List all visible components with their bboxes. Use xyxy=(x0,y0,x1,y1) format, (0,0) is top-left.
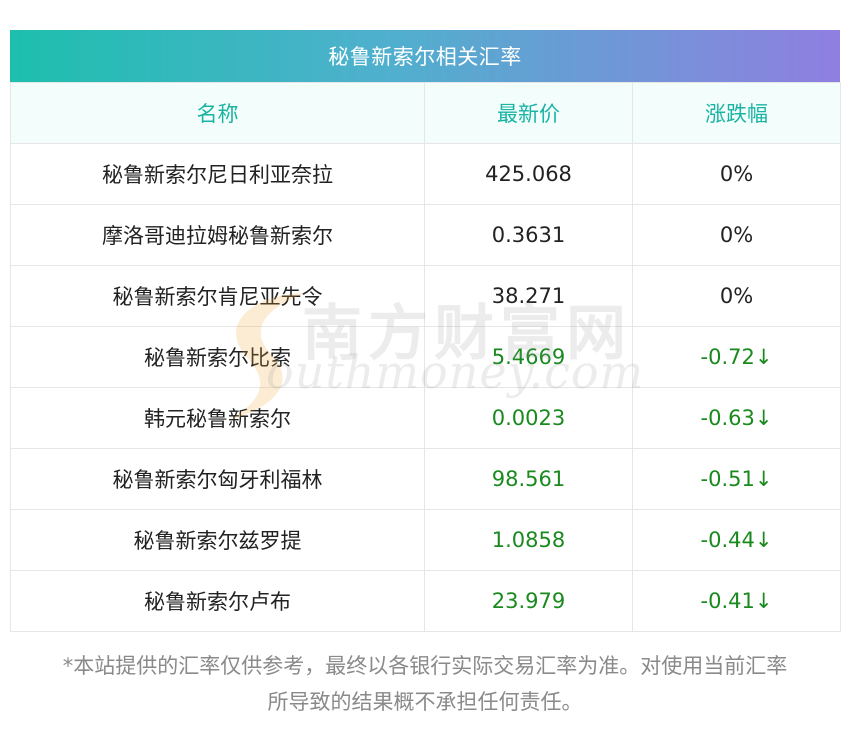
latest-price: 38.271 xyxy=(424,265,633,327)
table-title: 秘鲁新索尔相关汇率 xyxy=(10,30,840,82)
table-row: 摩洛哥迪拉姆秘鲁新索尔 0.3631 0% xyxy=(10,204,841,266)
table-row: 秘鲁新索尔尼日利亚奈拉 425.068 0% xyxy=(10,143,841,205)
table-row: 秘鲁新索尔兹罗提 1.0858 -0.44↓ xyxy=(10,509,841,571)
table-row: 秘鲁新索尔比索 5.4669 -0.72↓ xyxy=(10,326,841,388)
change-percent: -0.72↓ xyxy=(632,326,841,388)
table-row: 秘鲁新索尔卢布 23.979 -0.41↓ xyxy=(10,570,841,632)
currency-pair-name: 摩洛哥迪拉姆秘鲁新索尔 xyxy=(10,204,425,266)
currency-pair-name: 秘鲁新索尔尼日利亚奈拉 xyxy=(10,143,425,205)
table-row: 秘鲁新索尔匈牙利福林 98.561 -0.51↓ xyxy=(10,448,841,510)
currency-pair-name: 秘鲁新索尔匈牙利福林 xyxy=(10,448,425,510)
change-percent: 0% xyxy=(632,143,841,205)
currency-pair-name: 秘鲁新索尔肯尼亚先令 xyxy=(10,265,425,327)
change-percent: -0.44↓ xyxy=(632,509,841,571)
currency-pair-name: 秘鲁新索尔兹罗提 xyxy=(10,509,425,571)
currency-pair-name: 秘鲁新索尔卢布 xyxy=(10,570,425,632)
currency-pair-name: 韩元秘鲁新索尔 xyxy=(10,387,425,449)
change-percent: 0% xyxy=(632,204,841,266)
latest-price: 5.4669 xyxy=(424,326,633,388)
rates-table: 名称 最新价 涨跌幅 秘鲁新索尔尼日利亚奈拉 425.068 0% 摩洛哥迪拉姆… xyxy=(10,82,841,632)
column-header-price: 最新价 xyxy=(424,82,633,144)
column-header-name: 名称 xyxy=(10,82,425,144)
currency-pair-name: 秘鲁新索尔比索 xyxy=(10,326,425,388)
table-row: 秘鲁新索尔肯尼亚先令 38.271 0% xyxy=(10,265,841,327)
disclaimer-footnote: *本站提供的汇率仅供参考，最终以各银行实际交易汇率为准。对使用当前汇率 所导致的… xyxy=(10,648,840,720)
exchange-rate-card: 秘鲁新索尔相关汇率 名称 最新价 涨跌幅 秘鲁新索尔尼日利亚奈拉 425.068… xyxy=(10,30,841,632)
latest-price: 0.0023 xyxy=(424,387,633,449)
latest-price: 98.561 xyxy=(424,448,633,510)
latest-price: 1.0858 xyxy=(424,509,633,571)
table-row: 韩元秘鲁新索尔 0.0023 -0.63↓ xyxy=(10,387,841,449)
change-percent: 0% xyxy=(632,265,841,327)
table-header-row: 名称 最新价 涨跌幅 xyxy=(10,82,841,144)
latest-price: 425.068 xyxy=(424,143,633,205)
latest-price: 0.3631 xyxy=(424,204,633,266)
change-percent: -0.51↓ xyxy=(632,448,841,510)
disclaimer-line-1: *本站提供的汇率仅供参考，最终以各银行实际交易汇率为准。对使用当前汇率 xyxy=(62,654,788,678)
change-percent: -0.41↓ xyxy=(632,570,841,632)
change-percent: -0.63↓ xyxy=(632,387,841,449)
latest-price: 23.979 xyxy=(424,570,633,632)
disclaimer-line-2: 所导致的结果概不承担任何责任。 xyxy=(267,690,583,714)
column-header-change: 涨跌幅 xyxy=(632,82,841,144)
